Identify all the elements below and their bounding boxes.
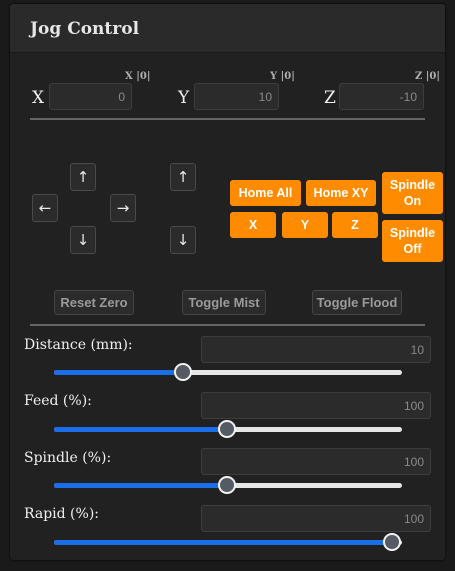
spindle-off-button[interactable]: Spindle Off (382, 220, 443, 262)
feed-slider-thumb[interactable] (218, 420, 237, 438)
y-axis-tag: Y |0| (270, 71, 295, 82)
home-z-button[interactable]: Z (332, 212, 378, 238)
feed-input[interactable]: 100 (201, 392, 431, 419)
home-xy-button[interactable]: Home XY (306, 180, 376, 206)
feed-label: Feed (%): (24, 393, 92, 409)
spindle-input[interactable]: 100 (201, 448, 431, 475)
home-x-button[interactable]: X (230, 212, 276, 238)
panel-header: Jog Control (10, 4, 445, 53)
x-axis-input[interactable]: 0 (49, 83, 132, 110)
rapid-slider[interactable] (54, 533, 402, 551)
arrow-up-icon: ↑ (176, 168, 190, 186)
home-all-button[interactable]: Home All (230, 180, 301, 206)
y-axis-label: Y (178, 88, 190, 108)
jog-y-minus-button[interactable]: ↓ (70, 226, 96, 254)
rapid-label: Rapid (%): (24, 506, 100, 522)
toggle-flood-button[interactable]: Toggle Flood (312, 290, 402, 315)
arrow-up-icon: ↑ (76, 168, 90, 186)
distance-slider[interactable] (54, 363, 402, 381)
jog-control-panel: Jog Control X |0| X 0 Y |0| Y 10 Z |0| Z… (10, 4, 445, 560)
divider-top (30, 118, 425, 120)
arrow-right-icon: → (116, 199, 130, 217)
divider-bottom (30, 324, 425, 326)
z-axis-tag: Z |0| (415, 71, 441, 82)
jog-x-minus-button[interactable]: ← (32, 194, 58, 222)
reset-zero-button[interactable]: Reset Zero (54, 290, 134, 315)
spindle-slider[interactable] (54, 476, 402, 494)
rapid-slider-fill (54, 540, 392, 545)
jog-z-minus-button[interactable]: ↓ (170, 226, 196, 254)
rapid-slider-thumb[interactable] (382, 533, 401, 551)
feed-slider[interactable] (54, 420, 402, 438)
feed-slider-fill (54, 427, 228, 432)
arrow-down-icon: ↓ (176, 231, 190, 249)
z-axis-label: Z (324, 88, 336, 108)
spindle-label: Spindle (%): (24, 450, 112, 466)
toggle-mist-button[interactable]: Toggle Mist (182, 290, 266, 315)
jog-z-plus-button[interactable]: ↑ (170, 163, 196, 191)
arrow-left-icon: ← (38, 199, 52, 217)
y-axis-input[interactable]: 10 (194, 83, 279, 110)
x-axis-label: X (32, 88, 45, 108)
distance-input[interactable]: 10 (201, 336, 431, 363)
jog-y-plus-button[interactable]: ↑ (70, 163, 96, 191)
panel-title: Jog Control (30, 19, 140, 39)
distance-label: Distance (mm): (24, 337, 133, 353)
spindle-slider-fill (54, 483, 228, 488)
distance-slider-thumb[interactable] (174, 363, 193, 381)
z-axis-input[interactable]: -10 (339, 83, 424, 110)
jog-x-plus-button[interactable]: → (110, 194, 136, 222)
home-y-button[interactable]: Y (282, 212, 328, 238)
arrow-down-icon: ↓ (76, 231, 90, 249)
x-axis-tag: X |0| (125, 71, 151, 82)
spindle-on-button[interactable]: Spindle On (382, 172, 443, 214)
distance-slider-fill (54, 370, 184, 375)
rapid-input[interactable]: 100 (201, 505, 431, 532)
spindle-slider-thumb[interactable] (218, 476, 237, 494)
